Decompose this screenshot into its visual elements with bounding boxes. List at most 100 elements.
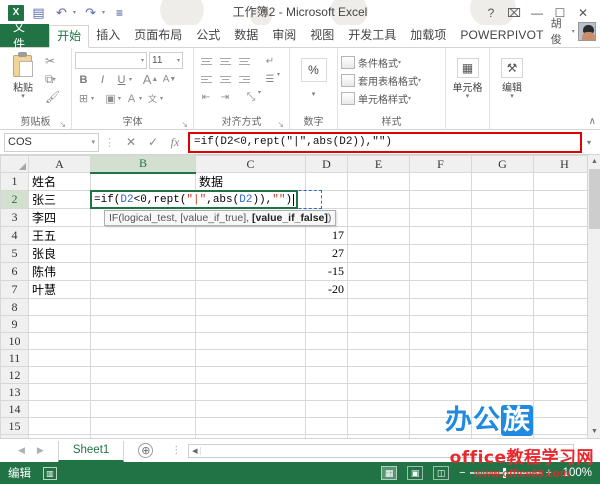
bold-button[interactable]: B [75,71,92,88]
cell-C6[interactable] [195,262,306,281]
cell-styles-button[interactable]: 单元格样式 ▾ [341,89,411,107]
cell-D12[interactable] [305,366,348,384]
align-middle-button[interactable] [216,53,234,70]
cell-D7[interactable]: -20 [305,280,348,299]
cell-F2[interactable] [409,190,472,209]
cell-G8[interactable] [471,298,534,316]
cell-G2[interactable] [471,190,534,209]
page-layout-view-button[interactable]: ▣ [407,466,424,480]
cell-E8[interactable] [347,298,410,316]
cell-F8[interactable] [409,298,472,316]
cell-A10[interactable] [28,332,91,350]
cell-G1[interactable] [471,172,534,191]
cell-G13[interactable] [471,383,534,401]
column-header-B[interactable]: B [90,155,196,174]
tab-home[interactable]: 开始 [49,25,90,48]
row-header-1[interactable]: 1 [0,172,29,191]
page-break-view-button[interactable]: ◫ [433,466,450,480]
cell-G7[interactable] [471,280,534,299]
column-header-E[interactable]: E [347,155,410,173]
cell-F10[interactable] [409,332,472,350]
name-box-dropdown-icon[interactable]: ▾ [91,138,95,146]
decrease-indent-button[interactable]: ⇤ [197,89,215,106]
phonetic-guide-button[interactable]: 文 [144,90,161,107]
font-dialog-launcher-icon[interactable]: ↘ [181,120,188,129]
borders-button[interactable]: ⊞ [75,90,92,107]
cell-B5[interactable] [90,244,196,263]
expand-formula-bar-icon[interactable]: ▾ [582,132,596,153]
row-header-14[interactable]: 14 [0,400,29,418]
row-header-4[interactable]: 4 [0,226,29,245]
align-bottom-button[interactable] [235,53,253,70]
cell-G10[interactable] [471,332,534,350]
underline-button[interactable]: U [113,71,130,88]
row-header-5[interactable]: 5 [0,244,29,263]
help-icon[interactable]: ? [484,6,498,20]
zoom-slider-track[interactable] [469,468,542,478]
cell-C1[interactable]: 数据 [195,172,306,191]
font-name-dropdown-icon[interactable]: ▾ [141,57,144,64]
cell-B11[interactable] [90,349,196,367]
scroll-up-icon[interactable]: ▲ [588,155,600,168]
cell-F3[interactable] [409,208,472,227]
cell-A6[interactable]: 陈伟 [28,262,91,281]
customize-qat-icon[interactable]: ≡ [111,4,128,21]
table-row[interactable]: 7 叶慧 -20 [0,280,596,299]
cell-B14[interactable] [90,400,196,418]
tab-page-layout[interactable]: 页面布局 [127,24,189,47]
cell-A3[interactable]: 李四 [28,208,91,227]
cell-E2[interactable] [347,190,410,209]
table-row[interactable]: 10 [0,332,596,350]
cell-B13[interactable] [90,383,196,401]
cell-E10[interactable] [347,332,410,350]
table-row[interactable]: 14 [0,400,596,418]
table-row[interactable]: 15 [0,417,596,435]
minimize-icon[interactable]: — [530,6,544,20]
cell-D8[interactable] [305,298,348,316]
cell-F11[interactable] [409,349,472,367]
name-box[interactable]: COS ▾ [4,132,99,152]
sheet-tab-bar[interactable]: ◀ ▶ Sheet1 ⊕ ⋮ ◀ [0,438,600,462]
cell-A11[interactable] [28,349,91,367]
cell-A8[interactable] [28,298,91,316]
cell-C9[interactable] [195,315,306,333]
cell-A9[interactable] [28,315,91,333]
tab-powerpivot[interactable]: POWERPIVOT [453,24,550,47]
cell-G15[interactable] [471,417,534,435]
tab-addins[interactable]: 加载项 [403,24,453,47]
table-row[interactable]: 8 [0,298,596,316]
cell-G14[interactable] [471,400,534,418]
copy-button[interactable]: ⧉ ▾ [45,71,60,87]
cell-G4[interactable] [471,226,534,245]
number-format-dropdown-icon[interactable]: ▾ [312,91,316,98]
font-color-button[interactable]: A [123,90,140,107]
cell-F15[interactable] [409,417,472,435]
fill-color-button[interactable]: ▣ [102,90,119,107]
cell-E4[interactable] [347,226,410,245]
conditional-formatting-button[interactable]: 条件格式 ▾ [341,53,401,71]
zoom-out-button[interactable]: − [459,467,465,479]
formula-input[interactable]: =if(D2<0,rept("|",abs(D2)),"") [188,131,582,153]
phonetic-dropdown-icon[interactable]: ▾ [160,95,163,102]
align-right-button[interactable] [235,71,253,88]
table-row[interactable]: 13 [0,383,596,401]
cut-button[interactable]: ✂ [45,53,60,69]
align-top-button[interactable] [197,53,215,70]
new-sheet-button[interactable]: ⊕ [138,443,154,458]
cell-A2[interactable]: 张三 [28,190,91,209]
cell-F9[interactable] [409,315,472,333]
editing-dropdown-icon[interactable]: ▾ [510,93,514,100]
row-header-7[interactable]: 7 [0,280,29,299]
undo-icon[interactable]: ↶ [53,4,70,21]
cell-C10[interactable] [195,332,306,350]
cell-C14[interactable] [195,400,306,418]
window-controls[interactable]: ? ⌧ — ☐ ✕ [484,6,596,20]
select-all-corner[interactable] [0,155,29,173]
previous-sheet-icon[interactable]: ◀ [18,445,25,456]
grow-font-button[interactable]: A ▲ [142,71,159,88]
cell-F7[interactable] [409,280,472,299]
cell-D2[interactable] [305,190,348,209]
row-header-2[interactable]: 2 [0,190,29,209]
cell-C5[interactable] [195,244,306,263]
tab-developer[interactable]: 开发工具 [341,24,403,47]
